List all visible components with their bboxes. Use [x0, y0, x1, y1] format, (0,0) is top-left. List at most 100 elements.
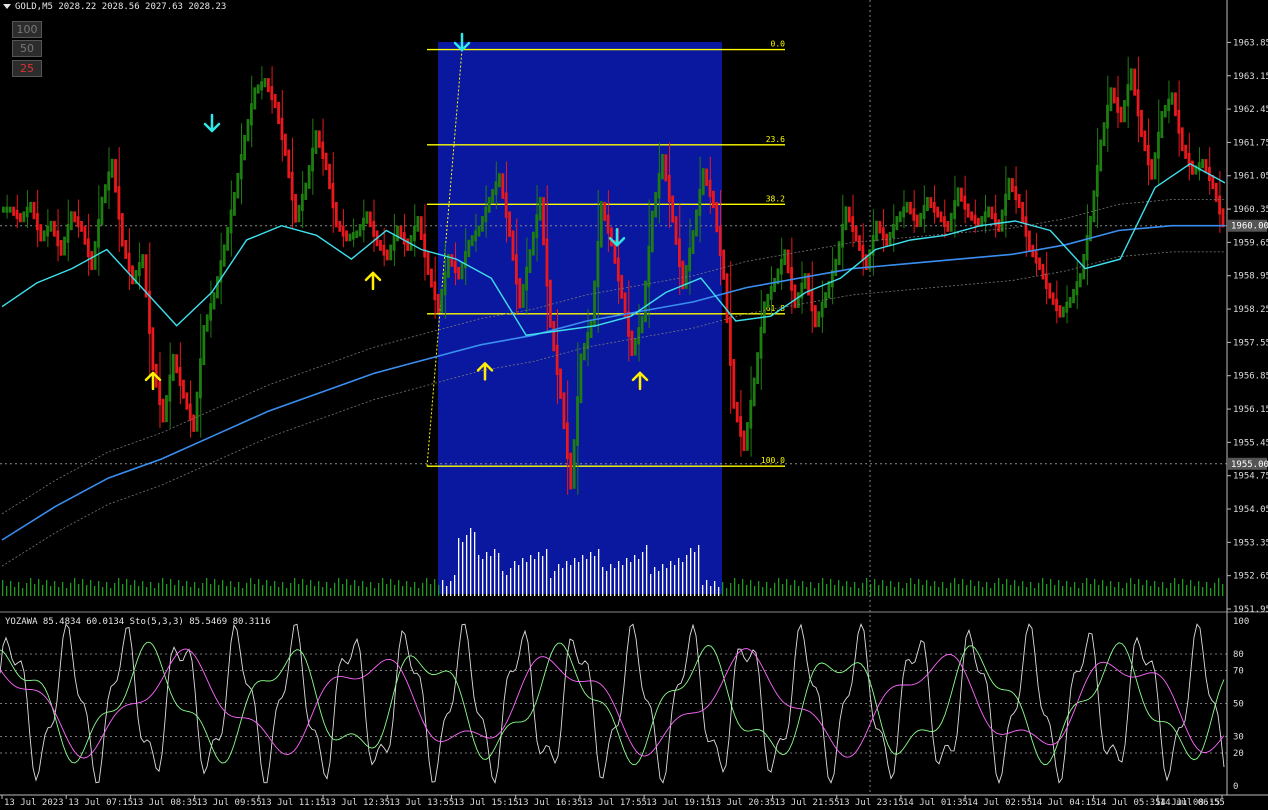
volume-bar	[1086, 578, 1088, 596]
time-tick-label: 13 Jul 11:15	[261, 798, 326, 808]
candle-body	[535, 214, 539, 239]
candle-body	[443, 271, 447, 296]
volume-bar	[914, 584, 916, 596]
candle-body	[120, 213, 124, 247]
candle-body	[1221, 208, 1225, 228]
candle-body	[1034, 251, 1038, 264]
volume-bar	[350, 585, 352, 596]
volume-bar	[642, 552, 644, 596]
volume-bar	[410, 587, 412, 596]
candle-body	[114, 159, 117, 193]
volume-bar	[302, 579, 304, 596]
candle-body	[1116, 97, 1120, 113]
volume-bar	[346, 579, 348, 596]
candle-body	[749, 399, 753, 429]
volume-bar	[894, 587, 896, 596]
candle-body	[1021, 201, 1024, 223]
zoom-100-button[interactable]: 100	[12, 21, 42, 38]
volume-bar	[354, 580, 356, 596]
volume-bar	[554, 571, 556, 596]
candle-body	[311, 147, 314, 172]
candle-body	[579, 353, 583, 404]
candle-body	[739, 416, 742, 437]
volume-bar	[42, 585, 44, 596]
candle-body	[168, 374, 172, 402]
volume-bar	[1206, 582, 1208, 596]
volume-bar	[1082, 583, 1084, 596]
trading-chart[interactable]: 0.023.638.261.8100.0 1963.851963.151962.…	[0, 0, 1268, 810]
candle-body	[538, 196, 542, 221]
candle-body	[715, 201, 719, 233]
candle-body	[1048, 282, 1052, 299]
volume-bar	[58, 587, 60, 596]
volume-bar	[1062, 586, 1064, 596]
volume-bar	[282, 582, 284, 596]
candle-body	[650, 210, 654, 253]
volume-bar	[422, 583, 424, 596]
volume-bar	[862, 583, 864, 596]
candle-body	[107, 171, 111, 191]
volume-bar	[10, 581, 12, 596]
candle-body	[1092, 190, 1096, 223]
candle-body	[1129, 68, 1133, 91]
candle-body	[705, 168, 709, 186]
candle-body	[15, 209, 19, 220]
volume-bar	[470, 528, 472, 596]
zoom-25-button[interactable]: 25	[12, 60, 42, 77]
candle-body	[266, 78, 270, 93]
volume-bar	[406, 581, 408, 596]
volume-bar	[710, 586, 712, 596]
volume-bar	[858, 588, 860, 596]
time-tick-label: 14 Jul 08:15	[1155, 798, 1220, 808]
candle-body	[946, 220, 950, 232]
candle-body	[188, 403, 192, 421]
time-tick-label: 13 Jul 07:15	[68, 798, 133, 808]
candle-body	[759, 326, 763, 359]
candle-body	[1072, 289, 1075, 304]
volume-bar	[122, 584, 124, 596]
candle-body	[209, 303, 213, 321]
volume-bar	[1114, 587, 1116, 596]
candle-body	[817, 311, 821, 327]
volume-bar	[726, 588, 728, 596]
volume-bar	[782, 584, 784, 596]
candle-body	[321, 141, 325, 159]
volume-bar	[570, 565, 572, 596]
candle-body	[640, 315, 644, 334]
candle-body	[474, 230, 478, 242]
candle-body	[518, 278, 522, 309]
candle-body	[467, 239, 471, 258]
volume-bar	[1154, 581, 1156, 596]
candle-body	[137, 262, 141, 277]
volume-bar	[926, 580, 928, 596]
candle-body	[786, 249, 790, 274]
volume-bar	[466, 535, 468, 596]
candle-body	[796, 292, 800, 308]
volume-bar	[394, 585, 396, 596]
zoom-50-button[interactable]: 50	[12, 40, 42, 57]
volume-bar	[358, 586, 360, 596]
volume-bar	[378, 583, 380, 596]
candle-body	[379, 240, 382, 251]
volume-bar	[662, 564, 664, 596]
price-tick-label: 1959.65	[1233, 238, 1268, 248]
volume-bar	[1118, 582, 1120, 596]
volume-bar	[1182, 579, 1184, 596]
volume-bar	[1046, 584, 1048, 596]
symbol-header[interactable]: GOLD,M5 2028.22 2028.56 2027.63 2028.23	[3, 2, 226, 12]
volume-bar	[1098, 585, 1100, 596]
candle-body	[497, 173, 501, 188]
candle-body	[555, 344, 559, 376]
candle-body	[453, 260, 457, 274]
candle-body	[576, 396, 579, 446]
volume-bar	[942, 582, 944, 596]
volume-bar	[38, 579, 40, 596]
candle-body	[280, 117, 284, 140]
candle-body	[1218, 195, 1222, 215]
time-tick-label: 13 Jul 16:35	[518, 798, 583, 808]
volume-bar	[886, 586, 888, 596]
candle-body	[1041, 263, 1045, 280]
volume-bar	[626, 558, 628, 596]
dropdown-triangle-icon[interactable]	[3, 4, 11, 9]
volume-bar	[794, 580, 796, 596]
